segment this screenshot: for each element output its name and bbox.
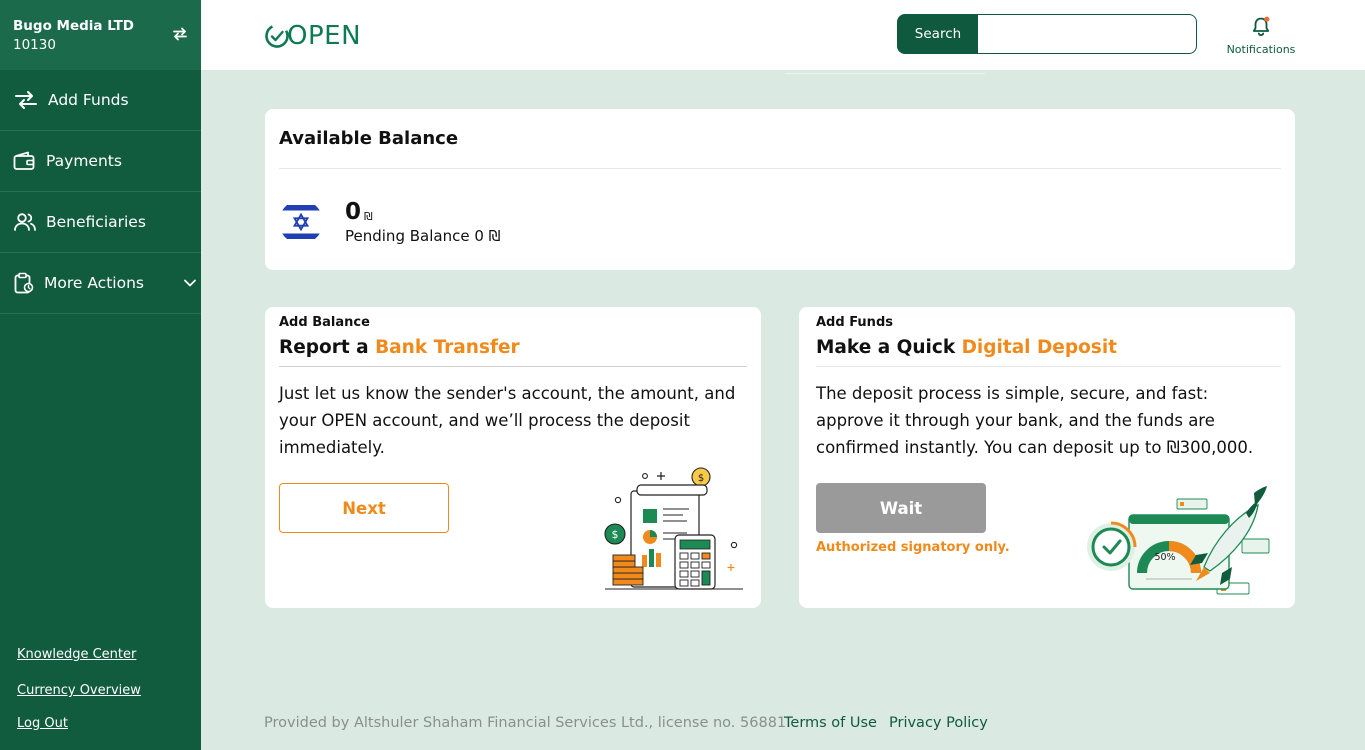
search-input[interactable] (977, 14, 1197, 54)
pending-balance: Pending Balance 0 ₪ (345, 227, 501, 245)
wallet-icon (13, 151, 35, 170)
logo-text: OPEN (287, 21, 362, 51)
wait-button[interactable]: Wait (816, 483, 986, 533)
search-button[interactable]: Search (897, 14, 979, 54)
svg-text:$: $ (612, 528, 619, 541)
privacy-policy-link[interactable]: Privacy Policy (889, 715, 988, 731)
balance-amount: 0 (345, 199, 362, 225)
notifications-button[interactable]: Notifications (1221, 14, 1301, 58)
next-button[interactable]: Next (279, 483, 449, 533)
gauge-label: 50% (1154, 552, 1175, 563)
card-title-highlight: Digital Deposit (961, 337, 1118, 358)
chevron-down-icon[interactable] (183, 278, 197, 288)
currency-overview-link[interactable]: Currency Overview (17, 683, 141, 698)
open-logo[interactable]: OPEN (264, 20, 361, 52)
balance-currency: ₪ (364, 210, 373, 223)
log-out-link[interactable]: Log Out (17, 716, 68, 731)
knowledge-center-link[interactable]: Knowledge Center (17, 647, 136, 662)
card-description: Just let us know the sender's account, t… (279, 384, 736, 457)
card-kicker: Add Balance (279, 315, 370, 330)
card-title: Make a Quick Digital Deposit (816, 337, 1117, 358)
calculator-document-illustration: $ $ (604, 467, 743, 590)
account-id: 10130 (13, 37, 56, 53)
card-kicker: Add Funds (816, 315, 893, 330)
card-title: Report a Bank Transfer (279, 337, 520, 358)
bank-transfer-card: Add Balance Report a Bank Transfer Just … (265, 307, 761, 608)
digital-deposit-card: Add Funds Make a Quick Digital Deposit T… (799, 307, 1295, 608)
sidebar-item-payments[interactable]: Payments (0, 131, 201, 192)
divider (816, 366, 1281, 367)
footer-license-text: Provided by Altshuler Shaham Financial S… (264, 715, 791, 731)
divider (279, 168, 1281, 169)
sidebar-item-more-actions[interactable]: More Actions (0, 253, 201, 314)
sidebar-item-label: Payments (46, 152, 122, 170)
card-title-prefix: Make a Quick (816, 337, 962, 358)
sidebar-item-label: Add Funds (48, 91, 129, 109)
terms-of-use-link[interactable]: Terms of Use (784, 715, 877, 731)
notifications-label: Notifications (1226, 43, 1296, 56)
sidebar-item-add-funds[interactable]: Add Funds (0, 70, 201, 131)
bell-icon (1252, 16, 1270, 36)
card-title-prefix: Report a (279, 337, 376, 358)
account-name: Bugo Media LTD (13, 18, 135, 34)
swap-icon[interactable] (172, 26, 188, 42)
top-header: OPEN Search Notifications (201, 0, 1365, 70)
sidebar-item-label: Beneficiaries (46, 213, 146, 231)
account-switcher[interactable]: Bugo Media LTD 10130 (0, 0, 201, 70)
balance-title: Available Balance (279, 128, 459, 149)
divider (279, 366, 747, 367)
header-divider (785, 73, 985, 74)
users-icon (14, 213, 36, 231)
sidebar-item-label: More Actions (44, 274, 144, 292)
rocket-deposit-illustration: 50% (1087, 486, 1270, 595)
card-title-highlight: Bank Transfer (375, 337, 520, 358)
available-balance-card: Available Balance 0 ₪ Pending Balance 0 … (265, 109, 1295, 270)
authorized-note: Authorized signatory only. (816, 540, 1010, 555)
svg-text:$: $ (698, 473, 704, 484)
card-description: The deposit process is simple, secure, a… (816, 384, 1254, 457)
clipboard-icon (14, 272, 34, 294)
transfer-arrows-icon (15, 91, 37, 109)
israel-flag-icon (279, 200, 323, 244)
sidebar: Bugo Media LTD 10130 Add Funds Payments … (0, 0, 201, 750)
sidebar-item-beneficiaries[interactable]: Beneficiaries (0, 192, 201, 253)
